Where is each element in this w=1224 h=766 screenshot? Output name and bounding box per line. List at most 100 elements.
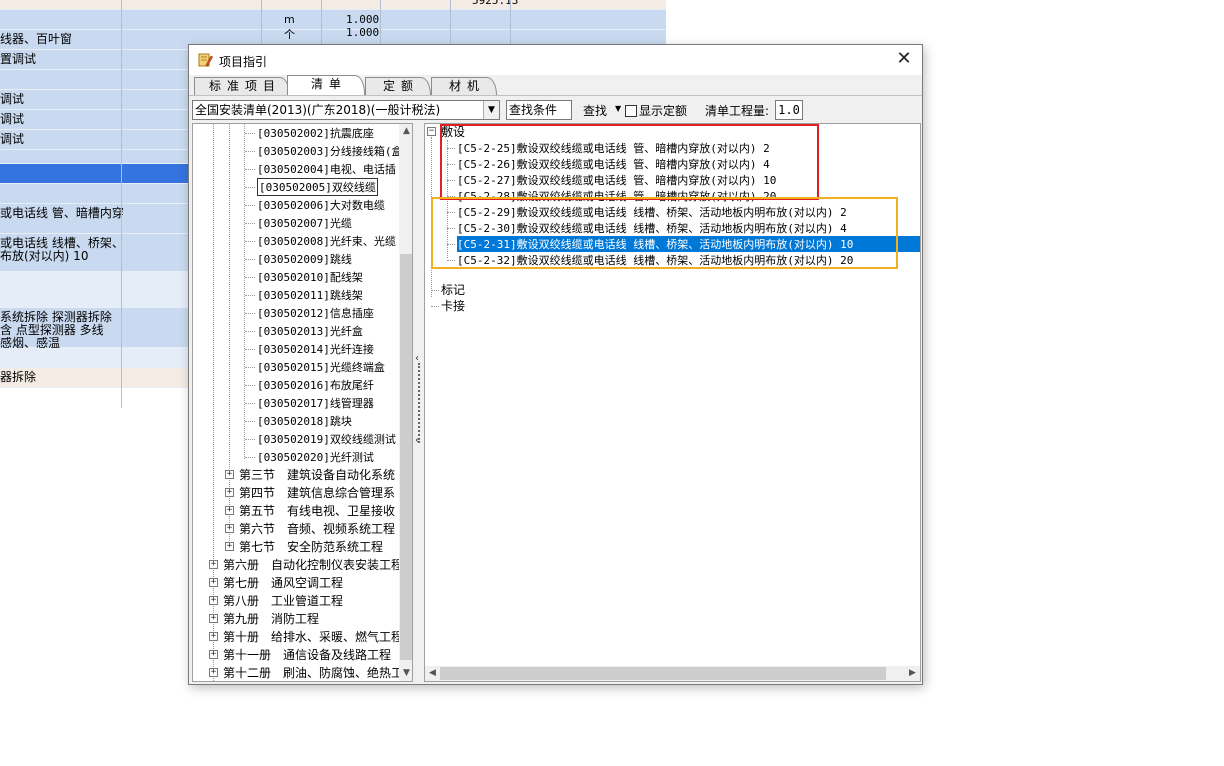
tree-item-bill[interactable]: [030502004]电视、电话插	[257, 160, 396, 178]
tree-item-volume[interactable]: 第九册 消防工程	[223, 610, 319, 628]
tree-item-bill[interactable]: [030502011]跳线架	[257, 286, 363, 304]
tree-node-label: 卡接	[441, 299, 466, 313]
find-button[interactable]: 查找	[583, 102, 607, 119]
dialog-titlebar[interactable]: 项目指引 ✕	[189, 45, 922, 75]
library-select[interactable]: 全国安装清单(2013)(广东2018)(一般计税法) ▼	[192, 100, 500, 120]
bill-quantity-input[interactable]: 1.0	[775, 100, 803, 120]
bill-quantity-label: 清单工程量:	[705, 104, 770, 118]
tree-item-section[interactable]: 第五节 有线电视、卫星接收	[239, 502, 395, 520]
tree-item-volume[interactable]: 第七册 通风空调工程	[223, 574, 343, 592]
tree-item-volume[interactable]: 第十一册 通信设备及线路工程	[223, 646, 391, 664]
scroll-right-icon[interactable]: ▶	[905, 666, 920, 681]
tree-item-bill[interactable]: [030502012]信息插座	[257, 304, 374, 322]
tree-node-other[interactable]: 卡接	[441, 298, 465, 314]
pane-splitter[interactable]: ‹ ‹	[414, 123, 424, 682]
orange-highlight-box	[431, 197, 898, 269]
find-dropdown-icon[interactable]: ▼	[615, 104, 621, 113]
tree-item-bill[interactable]: [030502018]跳块	[257, 412, 352, 430]
expand-icon[interactable]: +	[225, 470, 234, 479]
tree-item-bill[interactable]: [030502003]分线接线箱(盒	[257, 142, 402, 160]
right-horizontal-scrollbar[interactable]: ◀ ▶	[425, 666, 920, 681]
tree-node-other[interactable]: 标记	[441, 282, 465, 298]
checkbox-icon[interactable]	[625, 104, 637, 117]
tree-item-label: 第十二册 刷油、防腐蚀、绝热工程	[223, 666, 413, 680]
scroll-left-icon[interactable]: ◀	[425, 666, 440, 681]
tree-guide-branch	[245, 457, 255, 458]
tree-guide-branch	[245, 331, 255, 332]
expand-icon[interactable]: +	[225, 524, 234, 533]
scroll-up-icon[interactable]: ▲	[399, 124, 412, 139]
collapse-left-icon-2[interactable]: ‹	[415, 435, 419, 446]
tab-quota[interactable]: 定额	[365, 77, 431, 95]
tree-item-bill[interactable]: [030502014]光纤连接	[257, 340, 374, 358]
tree-item-section[interactable]: 第七节 安全防范系统工程	[239, 538, 383, 556]
tree-item-bill[interactable]: [030502015]光缆终端盒	[257, 358, 385, 376]
tree-item-bill[interactable]: [030502005]双绞线缆	[257, 178, 378, 196]
expand-icon[interactable]: +	[209, 632, 218, 641]
sheet-cell-qty: 1.000	[346, 26, 380, 39]
tree-item-bill[interactable]: [030502020]光纤测试	[257, 448, 374, 466]
dialog-title: 项目指引	[219, 55, 268, 69]
tree-item-bill[interactable]: [030502016]布放尾纤	[257, 376, 374, 394]
tree-guide-branch	[245, 187, 255, 188]
tree-item-volume[interactable]: 第六册 自动化控制仪表安装工程	[223, 556, 403, 574]
tab-bill[interactable]: 清单	[287, 75, 365, 95]
tree-item-label: [030502016]布放尾纤	[257, 379, 374, 392]
tree-item-bill[interactable]: [030502002]抗震底座	[257, 124, 374, 142]
expand-icon[interactable]: +	[209, 596, 218, 605]
tree-item-label: [030502008]光纤束、光缆	[257, 235, 396, 248]
close-button[interactable]: ✕	[890, 48, 918, 72]
sheet-row[interactable]: m 1.000	[0, 10, 666, 30]
expand-icon[interactable]: +	[225, 506, 234, 515]
tree-item-section[interactable]: 第六节 音频、视频系统工程	[239, 520, 395, 538]
tree-guide-branch	[245, 439, 255, 440]
search-condition-input[interactable]: 查找条件	[506, 100, 572, 120]
tree-item-label: 第八册 工业管道工程	[223, 594, 344, 608]
sheet-cell-unit: 个	[284, 28, 295, 41]
tree-item-label: 第四节 建筑信息综合管理系	[239, 486, 396, 500]
tree-item-bill[interactable]: [030502006]大对数电缆	[257, 196, 385, 214]
tree-item-section[interactable]: 第三节 建筑设备自动化系统	[239, 466, 395, 484]
collapse-icon[interactable]: −	[427, 127, 436, 136]
expand-icon[interactable]: +	[209, 578, 218, 587]
tree-item-volume[interactable]: 第八册 工业管道工程	[223, 592, 343, 610]
tree-guide-branch	[245, 151, 255, 152]
expand-icon[interactable]: +	[209, 650, 218, 659]
red-highlight-box	[440, 124, 819, 200]
expand-icon[interactable]: +	[209, 560, 218, 569]
dropdown-arrow-icon[interactable]: ▼	[483, 101, 499, 119]
tree-guide-branch	[245, 277, 255, 278]
show-quota-checkbox[interactable]: 显示定额	[625, 102, 687, 119]
tree-item-bill[interactable]: [030502008]光纤束、光缆	[257, 232, 396, 250]
tree-item-bill[interactable]: [030502017]线管理器	[257, 394, 374, 412]
sheet-cell-text: 或电话线 线槽、桥架、 布放(对以内) 10	[0, 236, 124, 263]
tree-item-label: [030502015]光缆终端盒	[257, 361, 385, 374]
tree-item-label: [030502020]光纤测试	[257, 451, 374, 464]
tree-item-bill[interactable]: [030502013]光纤盒	[257, 322, 363, 340]
tab-standard-items[interactable]: 标准项目	[194, 77, 290, 95]
tab-materials[interactable]: 材机	[431, 77, 497, 95]
tree-item-bill[interactable]: [030502010]配线架	[257, 268, 363, 286]
left-vertical-scrollbar[interactable]: ▲ ▼	[399, 124, 412, 681]
expand-icon[interactable]: +	[225, 488, 234, 497]
tree-item-bill[interactable]: [030502009]跳线	[257, 250, 352, 268]
tree-guide-branch	[245, 205, 255, 206]
tree-item-bill[interactable]: [030502007]光缆	[257, 214, 352, 232]
tree-item-section[interactable]: 第四节 建筑信息综合管理系	[239, 484, 395, 502]
project-guide-dialog: 项目指引 ✕ 标准项目 清单 定额 材机 全国安装清单(2013)(广东2018…	[188, 44, 923, 685]
tree-item-label: [030502013]光纤盒	[257, 325, 363, 338]
tree-item-volume[interactable]: 第十二册 刷油、防腐蚀、绝热工程	[223, 664, 413, 681]
tree-item-label: [030502005]双绞线缆	[259, 181, 376, 194]
sheet-row[interactable]: 5925.13	[0, 0, 666, 10]
tree-guide-branch	[431, 290, 439, 291]
expand-icon[interactable]: +	[209, 668, 218, 677]
scrollbar-thumb[interactable]	[400, 254, 412, 660]
tree-item-label: [030502010]配线架	[257, 271, 363, 284]
splitter-grip[interactable]	[418, 363, 420, 443]
expand-icon[interactable]: +	[225, 542, 234, 551]
scroll-down-icon[interactable]: ▼	[399, 666, 412, 681]
tree-item-volume[interactable]: 第十册 给排水、采暖、燃气工程	[223, 628, 403, 646]
expand-icon[interactable]: +	[209, 614, 218, 623]
tree-item-bill[interactable]: [030502019]双绞线缆测试	[257, 430, 396, 448]
scrollbar-thumb[interactable]	[440, 667, 886, 680]
